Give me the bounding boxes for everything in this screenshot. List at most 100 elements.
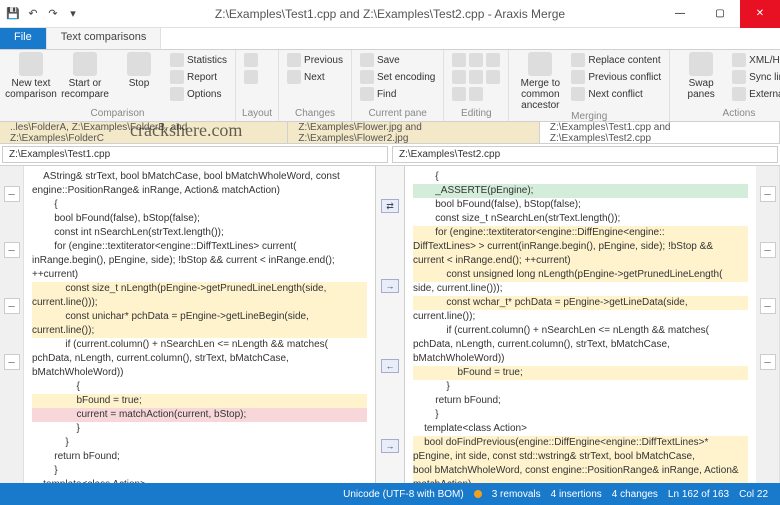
right-path-input[interactable]: Z:\Examples\Test2.cpp bbox=[392, 146, 778, 163]
collapse-icon[interactable]: − bbox=[4, 186, 20, 202]
code-line[interactable]: bool bMatchWholeWord, const engine::Posi… bbox=[413, 464, 748, 478]
code-line[interactable]: bool bFound(false), bStop(false); bbox=[32, 212, 367, 226]
col-status: Col 22 bbox=[739, 489, 768, 500]
code-line[interactable]: } bbox=[32, 436, 367, 450]
code-line[interactable]: current = matchAction(current, bStop); bbox=[32, 408, 367, 422]
left-path-input[interactable]: Z:\Examples\Test1.cpp bbox=[2, 146, 388, 163]
code-line[interactable]: bFound = true; bbox=[413, 366, 748, 380]
doc-tab-cpp[interactable]: Z:\Examples\Test1.cpp and Z:\Examples\Te… bbox=[540, 122, 780, 143]
layout-icon-2[interactable] bbox=[242, 69, 260, 85]
collapse-icon[interactable]: − bbox=[4, 298, 20, 314]
code-line[interactable]: } bbox=[413, 408, 748, 422]
swap-panes-button[interactable]: Swap panes bbox=[676, 52, 726, 100]
code-line[interactable]: AString& strText, bool bMatchCase, bool … bbox=[32, 170, 367, 184]
code-line[interactable]: return bFound; bbox=[32, 450, 367, 464]
code-line[interactable]: for (engine::textiterator<engine::DiffEn… bbox=[413, 226, 748, 240]
code-line[interactable]: for (engine::textiterator<engine::DiffTe… bbox=[32, 240, 367, 254]
code-line[interactable]: pEngine, int side, const std::wstring& s… bbox=[413, 450, 748, 464]
collapse-icon[interactable]: − bbox=[760, 354, 776, 370]
prev-conflict-button[interactable]: Previous conflict bbox=[569, 69, 663, 85]
next-change-button[interactable]: Next bbox=[285, 69, 345, 85]
maximize-button[interactable]: ▢ bbox=[700, 0, 740, 28]
code-line[interactable]: } bbox=[413, 380, 748, 394]
code-line[interactable]: current < inRange.end(); ++current) bbox=[413, 254, 748, 268]
code-line[interactable]: { bbox=[413, 170, 748, 184]
new-text-comparison-button[interactable]: New text comparison bbox=[6, 52, 56, 100]
next-conflict-button[interactable]: Next conflict bbox=[569, 86, 663, 102]
code-line[interactable]: bFound = true; bbox=[32, 394, 367, 408]
redo-icon[interactable]: ↷ bbox=[44, 5, 62, 23]
code-line[interactable]: current.line()); bbox=[413, 310, 748, 324]
layout-icon[interactable] bbox=[242, 52, 260, 68]
code-line[interactable]: { bbox=[32, 380, 367, 394]
edit-icon-3[interactable] bbox=[450, 86, 502, 102]
right-code-pane[interactable]: { _ASSERTE(pEngine); bool bFound(false),… bbox=[405, 166, 756, 486]
left-fold-gutter[interactable]: − − − − bbox=[0, 166, 24, 486]
find-button[interactable]: Find bbox=[358, 86, 437, 102]
edit-icon[interactable] bbox=[450, 52, 502, 68]
code-line[interactable]: bMatchWholeWord)) bbox=[32, 366, 367, 380]
replace-content-button[interactable]: Replace content bbox=[569, 52, 663, 68]
save-icon[interactable]: 💾 bbox=[4, 5, 22, 23]
start-recompare-button[interactable]: Start or recompare bbox=[60, 52, 110, 100]
merge-left-icon[interactable]: ⇄ bbox=[381, 199, 399, 213]
collapse-icon[interactable]: − bbox=[4, 242, 20, 258]
merge-common-button[interactable]: Merge to common ancestor bbox=[515, 52, 565, 111]
code-line[interactable]: const wchar_t* pchData = pEngine->getLin… bbox=[413, 296, 748, 310]
code-line[interactable]: side, current.line())); bbox=[413, 282, 748, 296]
previous-change-button[interactable]: Previous bbox=[285, 52, 345, 68]
code-line[interactable]: const size_t nLength(pEngine->getPrunedL… bbox=[32, 282, 367, 296]
code-line[interactable]: if (current.column() + nSearchLen <= nLe… bbox=[413, 324, 748, 338]
code-line[interactable]: bool doFindPrevious(engine::DiffEngine<e… bbox=[413, 436, 748, 450]
right-fold-gutter[interactable]: − − − − bbox=[756, 166, 780, 486]
stop-button[interactable]: Stop bbox=[114, 52, 164, 89]
collapse-icon[interactable]: − bbox=[760, 242, 776, 258]
close-button[interactable]: ✕ bbox=[740, 0, 780, 28]
edit-icon-2[interactable] bbox=[450, 69, 502, 85]
code-line[interactable]: const size_t nSearchLen(strText.length()… bbox=[413, 212, 748, 226]
collapse-icon[interactable]: − bbox=[4, 354, 20, 370]
file-tab[interactable]: File bbox=[0, 28, 47, 49]
xml-html-button[interactable]: XML/HTML bbox=[730, 52, 780, 68]
code-line[interactable]: _ASSERTE(pEngine); bbox=[413, 184, 748, 198]
report-button[interactable]: Report bbox=[168, 69, 229, 85]
code-line[interactable]: const int nSearchLen(strText.length()); bbox=[32, 226, 367, 240]
code-line[interactable]: template<class Action> bbox=[413, 422, 748, 436]
sync-links-button[interactable]: Sync links bbox=[730, 69, 780, 85]
collapse-icon[interactable]: − bbox=[760, 186, 776, 202]
merge-right-icon[interactable]: → bbox=[381, 279, 399, 293]
merge-right-icon[interactable]: → bbox=[381, 439, 399, 453]
left-code-pane[interactable]: AString& strText, bool bMatchCase, bool … bbox=[24, 166, 375, 486]
code-line[interactable]: if (current.column() + nSearchLen <= nLe… bbox=[32, 338, 367, 352]
options-button[interactable]: Options bbox=[168, 86, 229, 102]
code-line[interactable]: current.line()); bbox=[32, 324, 367, 338]
undo-icon[interactable]: ↶ bbox=[24, 5, 42, 23]
set-encoding-button[interactable]: Set encoding bbox=[358, 69, 437, 85]
code-line[interactable]: } bbox=[32, 422, 367, 436]
title-bar: 💾 ↶ ↷ ▾ Z:\Examples\Test1.cpp and Z:\Exa… bbox=[0, 0, 780, 28]
code-line[interactable]: } bbox=[32, 464, 367, 478]
external-button[interactable]: External bbox=[730, 86, 780, 102]
merge-left-icon[interactable]: ← bbox=[381, 359, 399, 373]
code-line[interactable]: const unichar* pchData = pEngine->getLin… bbox=[32, 310, 367, 324]
text-comparisons-tab[interactable]: Text comparisons bbox=[47, 28, 162, 49]
code-line[interactable]: bool bFound(false), bStop(false); bbox=[413, 198, 748, 212]
code-line[interactable]: current.line())); bbox=[32, 296, 367, 310]
code-line[interactable]: bMatchWholeWord)) bbox=[413, 352, 748, 366]
code-line[interactable]: DiffTextLines> > current(inRange.begin()… bbox=[413, 240, 748, 254]
code-line[interactable]: inRange.begin(), pEngine, side); !bStop … bbox=[32, 254, 367, 268]
minimize-button[interactable]: — bbox=[660, 0, 700, 28]
statistics-button[interactable]: Statistics bbox=[168, 52, 229, 68]
collapse-icon[interactable]: − bbox=[760, 298, 776, 314]
doc-tab-images[interactable]: Z:\Examples\Flower.jpg and Z:\Examples\F… bbox=[288, 122, 540, 143]
quick-access-toolbar: 💾 ↶ ↷ ▾ bbox=[0, 5, 86, 23]
save-pane-button[interactable]: Save bbox=[358, 52, 437, 68]
code-line[interactable]: return bFound; bbox=[413, 394, 748, 408]
dropdown-icon[interactable]: ▾ bbox=[64, 5, 82, 23]
code-line[interactable]: const unsigned long nLength(pEngine->get… bbox=[413, 268, 748, 282]
code-line[interactable]: engine::PositionRange& inRange, Action& … bbox=[32, 184, 367, 198]
code-line[interactable]: ++current) bbox=[32, 268, 367, 282]
code-line[interactable]: pchData, nLength, current.column(), strT… bbox=[413, 338, 748, 352]
code-line[interactable]: { bbox=[32, 198, 367, 212]
code-line[interactable]: pchData, nLength, current.column(), strT… bbox=[32, 352, 367, 366]
